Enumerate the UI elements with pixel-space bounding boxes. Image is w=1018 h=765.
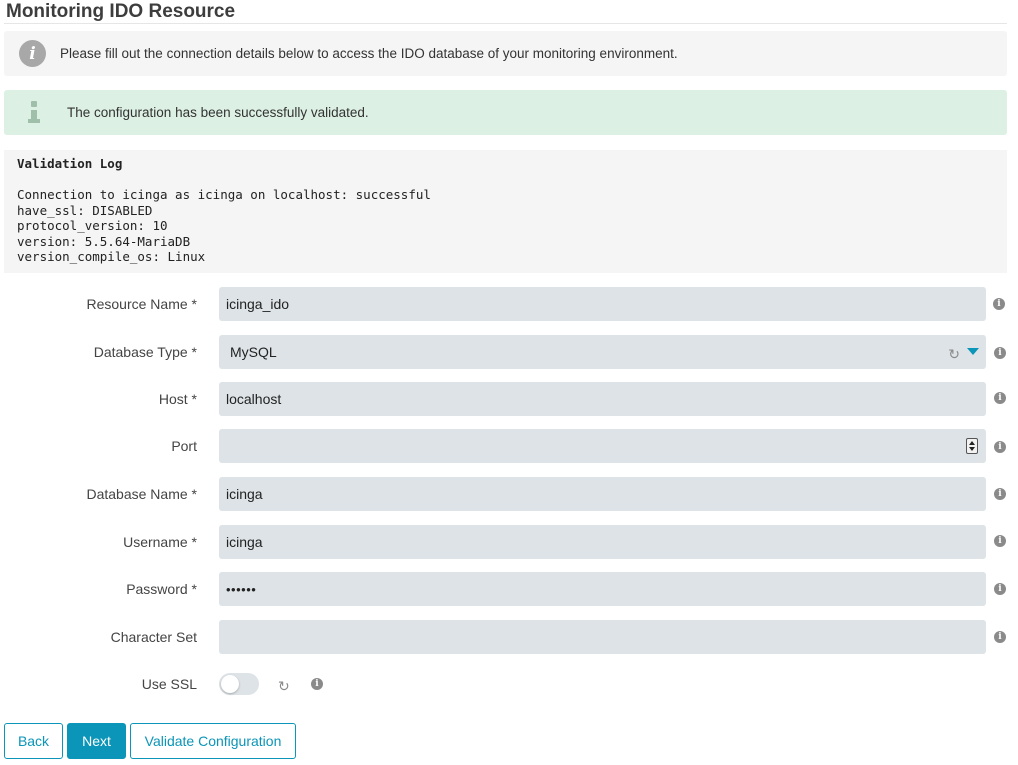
- success-notice-text: The configuration has been successfully …: [67, 105, 369, 120]
- toggle-knob: [221, 675, 239, 693]
- help-icon[interactable]: i: [994, 535, 1006, 547]
- validation-log-title: Validation Log: [17, 156, 123, 171]
- number-stepper-icon[interactable]: [966, 438, 978, 454]
- next-button[interactable]: Next: [67, 723, 126, 759]
- password-row: Password * •••••• i: [0, 572, 1018, 606]
- help-icon[interactable]: i: [994, 583, 1006, 595]
- validation-log-line: version_compile_os: Linux: [17, 249, 206, 264]
- host-label: Host *: [158, 391, 197, 407]
- port-label: Port: [171, 438, 197, 454]
- database-type-select[interactable]: MySQL ↻: [219, 335, 986, 369]
- password-input[interactable]: ••••••: [219, 572, 986, 606]
- success-notice: The configuration has been successfully …: [4, 90, 1007, 135]
- title-divider: [4, 23, 1007, 24]
- validation-log-line: Connection to icinga as icinga on localh…: [17, 187, 431, 202]
- info-icon: [21, 99, 47, 126]
- page-title: Monitoring IDO Resource: [6, 1, 236, 22]
- resource-name-input[interactable]: [219, 287, 986, 321]
- host-row: Host * i: [0, 382, 1018, 416]
- validation-log-line: version: 5.5.64-MariaDB: [17, 233, 191, 249]
- password-label: Password *: [126, 581, 197, 597]
- username-label: Username *: [123, 534, 197, 550]
- use-ssl-label: Use SSL: [141, 676, 197, 692]
- character-set-label: Character Set: [110, 629, 197, 645]
- back-button[interactable]: Back: [4, 723, 63, 759]
- validate-configuration-button[interactable]: Validate Configuration: [130, 723, 296, 759]
- help-icon[interactable]: i: [994, 631, 1006, 643]
- character-set-input[interactable]: [219, 620, 986, 654]
- username-input[interactable]: [219, 525, 986, 559]
- database-name-label: Database Name *: [86, 486, 197, 502]
- help-icon[interactable]: i: [994, 347, 1006, 359]
- chevron-down-icon: [967, 348, 979, 355]
- use-ssl-toggle[interactable]: [219, 673, 259, 695]
- character-set-row: Character Set i: [0, 620, 1018, 654]
- validation-log-line: protocol_version: 10: [17, 218, 168, 233]
- host-input[interactable]: [219, 382, 986, 416]
- database-type-label: Database Type *: [93, 344, 197, 360]
- help-icon[interactable]: i: [993, 298, 1005, 310]
- database-name-input[interactable]: [219, 477, 986, 511]
- info-notice-text: Please fill out the connection details b…: [60, 46, 678, 61]
- use-ssl-row: Use SSL ↻ i: [0, 667, 1018, 701]
- help-icon[interactable]: i: [994, 392, 1006, 404]
- info-icon: i: [19, 40, 46, 67]
- database-type-value: MySQL: [230, 344, 277, 360]
- resource-name-row: Resource Name * i: [0, 287, 1018, 321]
- resource-name-label: Resource Name *: [86, 296, 198, 312]
- refresh-icon[interactable]: ↻: [948, 347, 960, 361]
- help-icon[interactable]: i: [994, 441, 1006, 453]
- validation-log-line: have_ssl: DISABLED: [17, 202, 153, 218]
- port-input[interactable]: [219, 429, 986, 463]
- info-notice: i Please fill out the connection details…: [4, 31, 1007, 76]
- port-row: Port i: [0, 429, 1018, 463]
- database-name-row: Database Name * i: [0, 477, 1018, 511]
- validation-log: Validation Log Connection to icinga as i…: [4, 150, 1007, 273]
- help-icon[interactable]: i: [311, 678, 323, 690]
- database-type-row: Database Type * MySQL ↻ i: [0, 335, 1018, 369]
- refresh-icon[interactable]: ↻: [278, 679, 290, 693]
- help-icon[interactable]: i: [994, 488, 1006, 500]
- password-masked-value: ••••••: [226, 582, 257, 597]
- username-row: Username * i: [0, 525, 1018, 559]
